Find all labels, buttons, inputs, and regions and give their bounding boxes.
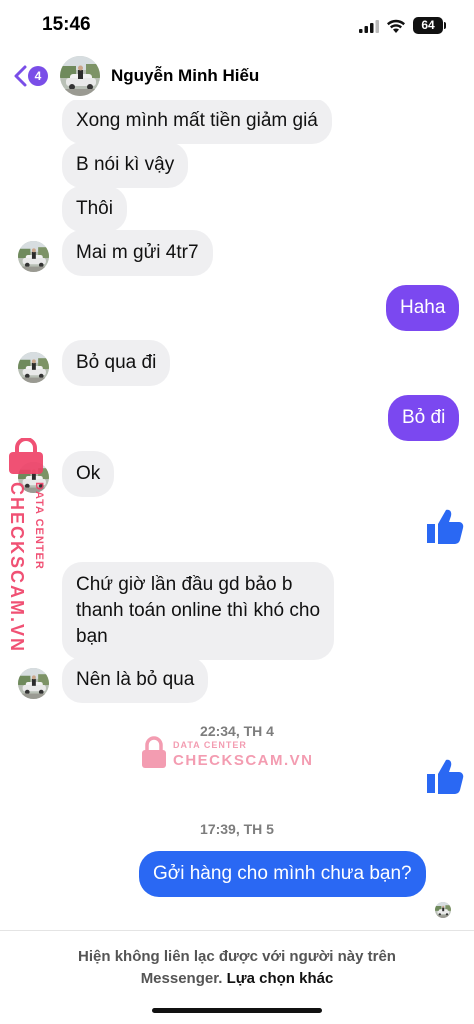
contact-name[interactable]: Nguyễn Minh Hiếu	[111, 66, 259, 86]
message-line: Chứ giờ lần đầu gd bảo b	[76, 574, 293, 595]
message-outgoing[interactable]: Haha	[386, 285, 460, 331]
message-line: thanh toán online thì khó cho	[76, 600, 321, 621]
message-incoming[interactable]: Mai m gửi 4tr7	[62, 230, 213, 276]
conversation-header: 4 Nguyễn Minh Hiếu	[0, 52, 474, 100]
wifi-icon	[387, 19, 405, 33]
thumbs-up-icon[interactable]	[424, 506, 464, 546]
watermark-center: DATA CENTER CHECKSCAM.VN	[140, 736, 312, 772]
seen-receipt-avatar	[435, 902, 451, 918]
contact-avatar[interactable]	[18, 668, 49, 699]
divider	[0, 930, 474, 931]
thumbs-up-icon[interactable]	[424, 756, 464, 796]
message-incoming[interactable]: Ok	[62, 451, 115, 497]
message-timestamp: 17:39, TH 5	[200, 821, 274, 837]
contact-avatar[interactable]	[60, 56, 100, 96]
message-incoming[interactable]: Bỏ qua đi	[62, 340, 171, 386]
unavailable-notice: Hiện không liên lạc được với người này t…	[20, 946, 454, 990]
contact-avatar[interactable]	[18, 352, 49, 383]
message-outgoing[interactable]: Gởi hàng cho mình chưa bạn?	[139, 851, 426, 897]
home-indicator[interactable]	[152, 1008, 322, 1013]
other-options-link[interactable]: Lựa chọn khác	[227, 970, 334, 987]
cellular-signal-icon	[359, 20, 379, 33]
message-line: bạn	[76, 626, 108, 647]
message-outgoing[interactable]: Bỏ đi	[388, 395, 460, 441]
watermark-sub-text: DATA CENTER	[33, 482, 45, 570]
notice-text: Hiện không liên lạc được với người này t…	[78, 948, 396, 965]
battery-indicator: 64	[413, 17, 443, 34]
watermark-main-text: CHECKSCAM.VN	[7, 482, 27, 654]
battery-tip	[444, 22, 446, 29]
status-time: 15:46	[42, 14, 91, 35]
notice-text: Messenger.	[140, 970, 223, 987]
contact-avatar[interactable]	[18, 241, 49, 272]
unread-badge[interactable]: 4	[28, 66, 48, 86]
message-incoming[interactable]: Xong mình mất tiền giảm giá	[62, 98, 332, 144]
watermark-sub-text: DATA CENTER	[173, 740, 247, 750]
lock-icon	[142, 736, 166, 768]
message-incoming[interactable]: B nói kì vậy	[62, 142, 189, 188]
lock-icon	[9, 438, 43, 474]
message-incoming-multiline[interactable]: Chứ giờ lần đầu gd bảo b thanh toán onli…	[62, 562, 335, 660]
message-incoming[interactable]: Thôi	[62, 186, 127, 232]
message-incoming[interactable]: Nên là bỏ qua	[62, 657, 209, 703]
watermark-main-text: CHECKSCAM.VN	[173, 752, 314, 769]
watermark-side: CHECKSCAM.VN DATA CENTER	[5, 438, 51, 653]
back-chevron-icon[interactable]	[12, 64, 28, 88]
status-bar: 15:46 64	[0, 0, 474, 52]
